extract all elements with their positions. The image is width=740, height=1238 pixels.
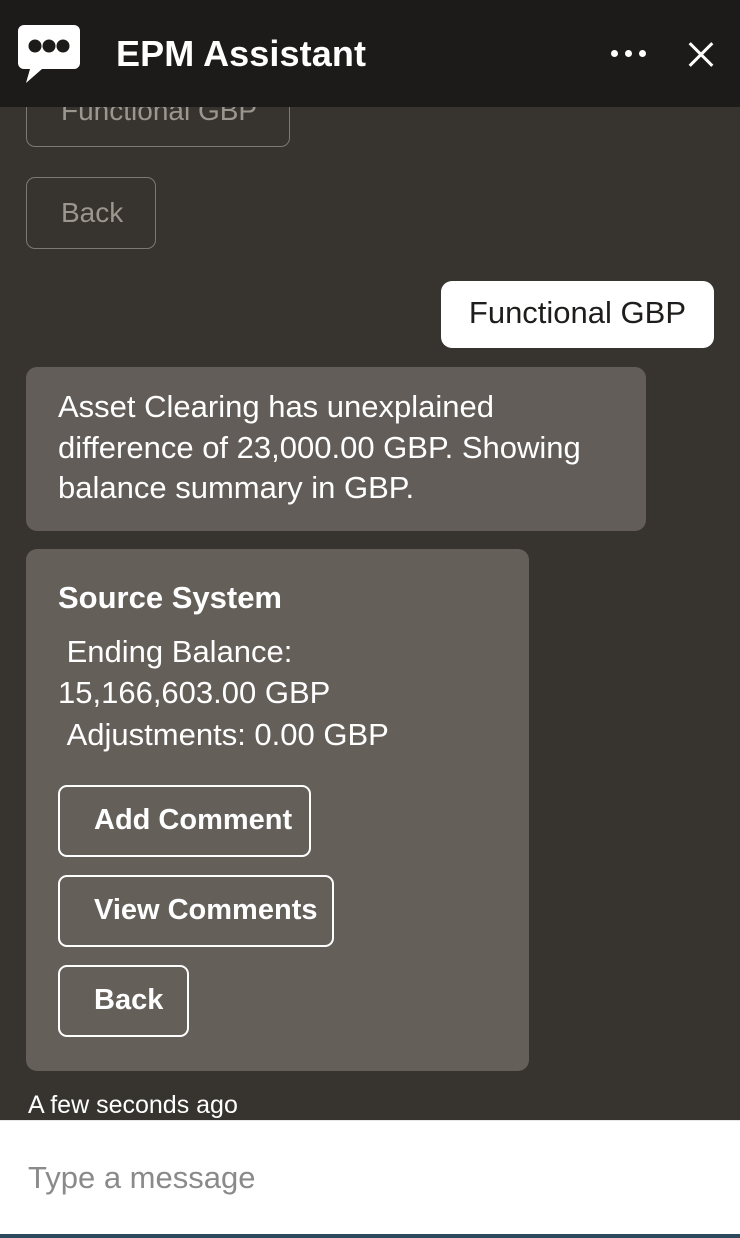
close-icon xyxy=(684,37,718,71)
chat-bubble-icon xyxy=(18,24,80,83)
message-composer xyxy=(0,1120,740,1238)
ellipsis-icon xyxy=(611,39,646,69)
card-back-button[interactable]: Back xyxy=(58,965,189,1038)
message-timestamp: A few seconds ago xyxy=(28,1091,238,1120)
card-line-adjustments: Adjustments: 0.00 GBP xyxy=(58,716,389,752)
bot-message-row: Asset Clearing has unexplained differenc… xyxy=(26,366,714,532)
bot-message-bubble: Asset Clearing has unexplained differenc… xyxy=(26,366,646,532)
user-message-bubble: Functional GBP xyxy=(440,281,714,348)
card-title: Source System xyxy=(58,580,282,616)
close-button[interactable] xyxy=(684,37,718,71)
epm-assistant-window: EPM Assistant Functional GBP Back Functi… xyxy=(0,0,740,1238)
chat-transcript[interactable]: Functional GBP Back Functional GBP Asset… xyxy=(0,107,740,1120)
quick-reply-functional-gbp[interactable]: Functional GBP xyxy=(26,107,290,147)
card-line-ending-balance: Ending Balance: 15,166,603.00 GBP xyxy=(58,633,331,711)
previous-quick-replies: Functional GBP Back xyxy=(26,107,714,249)
page-title: EPM Assistant xyxy=(116,32,367,74)
user-message-row: Functional GBP xyxy=(26,281,714,348)
card-actions: Add Comment View Comments Back xyxy=(58,785,499,1038)
more-options-button[interactable] xyxy=(611,39,646,69)
message-input[interactable] xyxy=(28,1159,712,1196)
quick-reply-back[interactable]: Back xyxy=(26,177,156,249)
header-actions xyxy=(611,37,718,71)
view-comments-button[interactable]: View Comments xyxy=(58,875,334,948)
app-header: EPM Assistant xyxy=(0,0,740,107)
balance-summary-card: Source System Ending Balance: 15,166,603… xyxy=(26,549,529,1072)
add-comment-button[interactable]: Add Comment xyxy=(58,785,311,858)
